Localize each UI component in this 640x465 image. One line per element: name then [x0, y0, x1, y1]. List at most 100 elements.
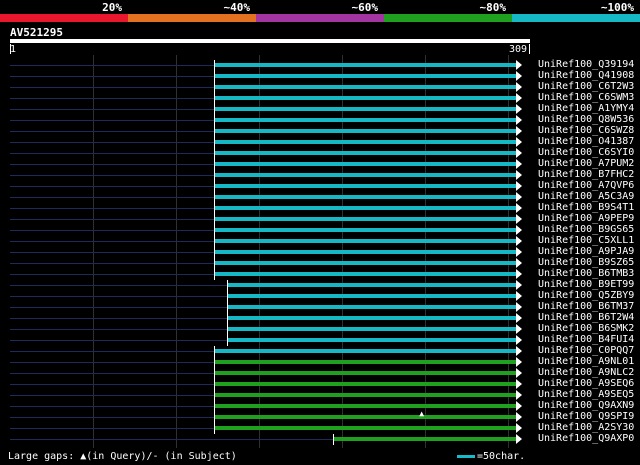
hit-alignment-bar[interactable] [213, 371, 520, 375]
hit-alignment-bar[interactable] [213, 272, 520, 276]
hit-name-link[interactable]: UniRef100_A1YMY4 [538, 103, 634, 114]
hit-alignment-bar[interactable] [213, 228, 520, 232]
hit-name-link[interactable]: UniRef100_O41387 [538, 136, 634, 147]
hit-baseline [10, 230, 214, 231]
hit-name-link[interactable]: UniRef100_B9S4T1 [538, 202, 634, 213]
hit-name-link[interactable]: UniRef100_C0PQQ7 [538, 345, 634, 356]
hit-start-tick [213, 214, 215, 225]
hit-alignment-bar[interactable] [226, 338, 520, 342]
hit-end-arrow-icon [516, 423, 522, 433]
hit-alignment-bar[interactable] [226, 283, 520, 287]
hit-name-link[interactable]: UniRef100_A9NLC2 [538, 367, 634, 378]
legend-label: 20% [102, 1, 122, 14]
hit-baseline [10, 142, 214, 143]
legend-label: ~100% [600, 1, 634, 14]
hit-alignment-bar[interactable] [213, 404, 520, 408]
hit-start-tick [213, 93, 215, 104]
hit-alignment-bar[interactable] [213, 184, 520, 188]
hit-alignment-bar[interactable] [213, 195, 520, 199]
hit-alignment-bar[interactable] [213, 206, 520, 210]
hit-alignment-bar[interactable] [213, 360, 520, 364]
hit-alignment-bar[interactable] [213, 151, 520, 155]
hit-name-link[interactable]: UniRef100_Q9SPI9 [538, 411, 634, 422]
hit-name-link[interactable]: UniRef100_B9SZ65 [538, 257, 634, 268]
hit-name-link[interactable]: UniRef100_Q39194 [538, 59, 634, 70]
hit-alignment-bar[interactable] [213, 85, 520, 89]
hit-alignment-bar[interactable] [226, 316, 520, 320]
hit-alignment-bar[interactable] [213, 107, 520, 111]
hit-alignment-bar[interactable] [213, 382, 520, 386]
hit-baseline [10, 98, 214, 99]
hit-alignment-bar[interactable] [213, 415, 520, 419]
hit-name-link[interactable]: UniRef100_A9SEQ5 [538, 389, 634, 400]
hit-alignment-bar[interactable] [213, 250, 520, 254]
hit-start-tick [213, 357, 215, 368]
legend-segment [0, 14, 128, 22]
hit-alignment-bar[interactable] [226, 294, 520, 298]
hit-name-link[interactable]: UniRef100_A2SY30 [538, 422, 634, 433]
hit-name-link[interactable]: UniRef100_B4FUI4 [538, 334, 634, 345]
hit-name-link[interactable]: UniRef100_B6TMB3 [538, 268, 634, 279]
hit-name-link[interactable]: UniRef100_A7PUM2 [538, 158, 634, 169]
hit-end-arrow-icon [516, 137, 522, 147]
hit-alignment-bar[interactable] [213, 74, 520, 78]
hit-alignment-bar[interactable] [213, 63, 520, 67]
hit-alignment-bar[interactable] [213, 140, 520, 144]
hit-name-link[interactable]: UniRef100_C6SWZ8 [538, 125, 634, 136]
hit-baseline [10, 241, 214, 242]
hit-alignment-bar[interactable] [213, 426, 520, 430]
hit-alignment-bar[interactable] [226, 305, 520, 309]
hit-name-link[interactable]: UniRef100_B7FHC2 [538, 169, 634, 180]
hit-start-tick [213, 412, 215, 423]
hit-alignment-bar[interactable] [213, 239, 520, 243]
hit-name-link[interactable]: UniRef100_B9ET99 [538, 279, 634, 290]
legend-segment [256, 14, 384, 22]
hit-name-link[interactable]: UniRef100_A9NL01 [538, 356, 634, 367]
hit-end-arrow-icon [516, 302, 522, 312]
hit-name-link[interactable]: UniRef100_A9PJA9 [538, 246, 634, 257]
hit-baseline [10, 131, 214, 132]
hit-alignment-bar[interactable] [213, 173, 520, 177]
hit-start-tick [226, 335, 228, 346]
hit-name-link[interactable]: UniRef100_A5C3A9 [538, 191, 634, 202]
hit-start-tick [213, 115, 215, 126]
hit-name-link[interactable]: UniRef100_C6T2W3 [538, 81, 634, 92]
hit-name-link[interactable]: UniRef100_B6T2W4 [538, 312, 634, 323]
hit-name-link[interactable]: UniRef100_Q41908 [538, 70, 634, 81]
hit-alignment-bar[interactable] [213, 393, 520, 397]
hit-end-arrow-icon [516, 357, 522, 367]
hit-name-link[interactable]: UniRef100_Q5ZBY9 [538, 290, 634, 301]
hit-name-link[interactable]: UniRef100_C6SWM3 [538, 92, 634, 103]
hit-name-link[interactable]: UniRef100_C5XLL1 [538, 235, 634, 246]
hit-name-link[interactable]: UniRef100_B6TM37 [538, 301, 634, 312]
hit-baseline [10, 285, 227, 286]
hit-name-link[interactable]: UniRef100_A7QVP6 [538, 180, 634, 191]
hit-name-link[interactable]: UniRef100_B9GS65 [538, 224, 634, 235]
hit-name-link[interactable]: UniRef100_Q8W536 [538, 114, 634, 125]
hit-alignment-bar[interactable] [226, 327, 520, 331]
hit-start-tick [213, 137, 215, 148]
hit-name-link[interactable]: UniRef100_C6SYI0 [538, 147, 634, 158]
hit-row[interactable]: UniRef100_Q9AXP0 [0, 433, 640, 445]
hit-name-link[interactable]: UniRef100_A9SEQ6 [538, 378, 634, 389]
hit-alignment-bar[interactable] [213, 118, 520, 122]
hit-name-link[interactable]: UniRef100_B6SMK2 [538, 323, 634, 334]
hit-name-link[interactable]: UniRef100_Q9AXP0 [538, 433, 634, 444]
hit-alignment-bar[interactable] [213, 261, 520, 265]
hit-name-link[interactable]: UniRef100_Q9AXN9 [538, 400, 634, 411]
hit-name-link[interactable]: UniRef100_A9PEP9 [538, 213, 634, 224]
hit-alignment-bar[interactable] [213, 217, 520, 221]
hit-end-arrow-icon [516, 82, 522, 92]
hit-end-arrow-icon [516, 280, 522, 290]
hit-baseline [10, 109, 214, 110]
hit-alignment-bar[interactable] [213, 96, 520, 100]
hit-baseline [10, 65, 214, 66]
hit-start-tick [226, 291, 228, 302]
hit-alignment-bar[interactable] [213, 349, 520, 353]
hit-alignment-bar[interactable] [213, 162, 520, 166]
hit-alignment-bar[interactable] [213, 129, 520, 133]
hit-baseline [10, 252, 214, 253]
hit-start-tick [213, 71, 215, 82]
hit-alignment-bar[interactable] [332, 437, 520, 441]
hit-end-arrow-icon [516, 104, 522, 114]
